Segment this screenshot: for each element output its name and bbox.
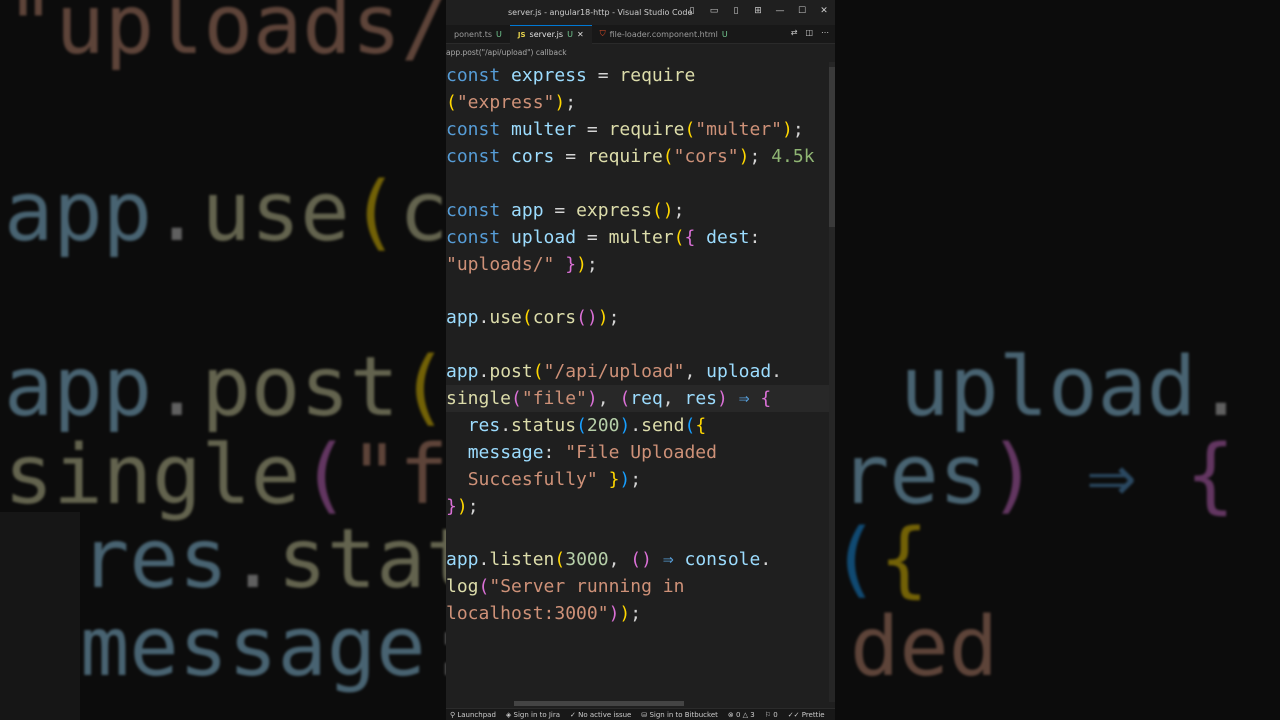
horizontal-scrollbar[interactable] (446, 701, 835, 707)
title-bar: server.js - angular18-http - Visual Stud… (446, 0, 835, 25)
untracked-badge: U (721, 29, 728, 39)
customize-layout-icon[interactable]: ⊞ (753, 6, 763, 16)
background-gutter (0, 512, 80, 720)
javascript-icon: JS (517, 30, 526, 39)
tab-component-ts[interactable]: ponent.ts U (446, 25, 510, 43)
close-window-icon[interactable]: ✕ (819, 6, 829, 16)
jira-item[interactable]: ◈ Sign in to Jira (506, 711, 560, 719)
editor-tabs: ponent.ts U JS server.js U ✕ ⛉ file-load… (446, 24, 835, 44)
code-line: app.use(cors()); (446, 307, 620, 328)
launchpad-item[interactable]: ⚲ Launchpad (450, 711, 496, 719)
breadcrumb[interactable]: app.post("/api/upload") callback (446, 44, 835, 62)
tab-label: ponent.ts (454, 29, 493, 39)
window-title: server.js - angular18-http - Visual Stud… (508, 8, 693, 17)
more-actions-icon[interactable]: ⋯ (821, 28, 829, 37)
code-line: }); (446, 496, 479, 517)
code-line: const upload = multer({ dest: (446, 227, 761, 248)
code-line: app.listen(3000, () ⇒ console. (446, 549, 772, 570)
compare-changes-icon[interactable]: ⇄ (791, 28, 798, 37)
minimize-icon[interactable]: — (775, 6, 785, 16)
code-editor[interactable]: const express = require ("express"); con… (446, 62, 835, 706)
untracked-badge: U (496, 29, 502, 39)
html-file-icon: ⛉ (599, 29, 606, 38)
tab-file-loader-html[interactable]: ⛉ file-loader.component.html U (592, 25, 736, 43)
toggle-secondary-sidebar-icon[interactable]: ▯ (731, 6, 741, 16)
tab-label: server.js (529, 30, 564, 39)
prettier-item[interactable]: ✓✓ Prettie (788, 711, 825, 719)
code-line: log("Server running in (446, 576, 685, 597)
toggle-panel-icon[interactable]: ▭ (709, 6, 719, 16)
split-editor-icon[interactable]: ◫ (805, 28, 813, 37)
editor-actions: ⇄ ◫ ⋯ (791, 28, 829, 37)
code-line: message: "File Uploaded (467, 442, 717, 463)
code-line: res.status(200).send({ (467, 415, 707, 436)
bitbucket-item[interactable]: ⛁ Sign in to Bitbucket (641, 711, 718, 719)
vscode-window: server.js - angular18-http - Visual Stud… (446, 0, 835, 720)
toggle-sidebar-icon[interactable]: ▯ (687, 6, 697, 16)
code-line: const multer = require("multer"); (446, 119, 804, 140)
code-line: const app = express(); (446, 200, 685, 221)
close-tab-icon[interactable]: ✕ (577, 30, 584, 39)
code-line: const cors = require("cors"); 4.5k (446, 146, 815, 167)
status-bar: ⚲ Launchpad ◈ Sign in to Jira ✓ No activ… (446, 708, 835, 720)
problems-item[interactable]: ⊗ 0 △ 3 (728, 711, 755, 719)
window-controls: ▯ ▭ ▯ ⊞ — ☐ ✕ (687, 6, 829, 16)
maximize-icon[interactable]: ☐ (797, 6, 807, 16)
code-line: const express = require (446, 65, 696, 86)
vertical-scrollbar[interactable] (829, 62, 835, 702)
info-item[interactable]: ⚐ 0 (765, 711, 778, 719)
code-line: app.post("/api/upload", upload. (446, 361, 783, 382)
tab-label: file-loader.component.html (609, 29, 718, 39)
issue-item[interactable]: ✓ No active issue (570, 711, 631, 719)
untracked-badge: U (567, 30, 573, 39)
import-cost-hint: 4.5k (771, 146, 815, 167)
code-line: "uploads/" }); (446, 254, 598, 275)
code-line: ("express"); (446, 92, 577, 113)
code-line: Succesfully" }); (467, 469, 642, 490)
code-line: localhost:3000")); (446, 603, 642, 624)
tab-server-js[interactable]: JS server.js U ✕ (509, 24, 592, 44)
code-line-current: single("file"), (req, res) ⇒ { (446, 385, 829, 412)
